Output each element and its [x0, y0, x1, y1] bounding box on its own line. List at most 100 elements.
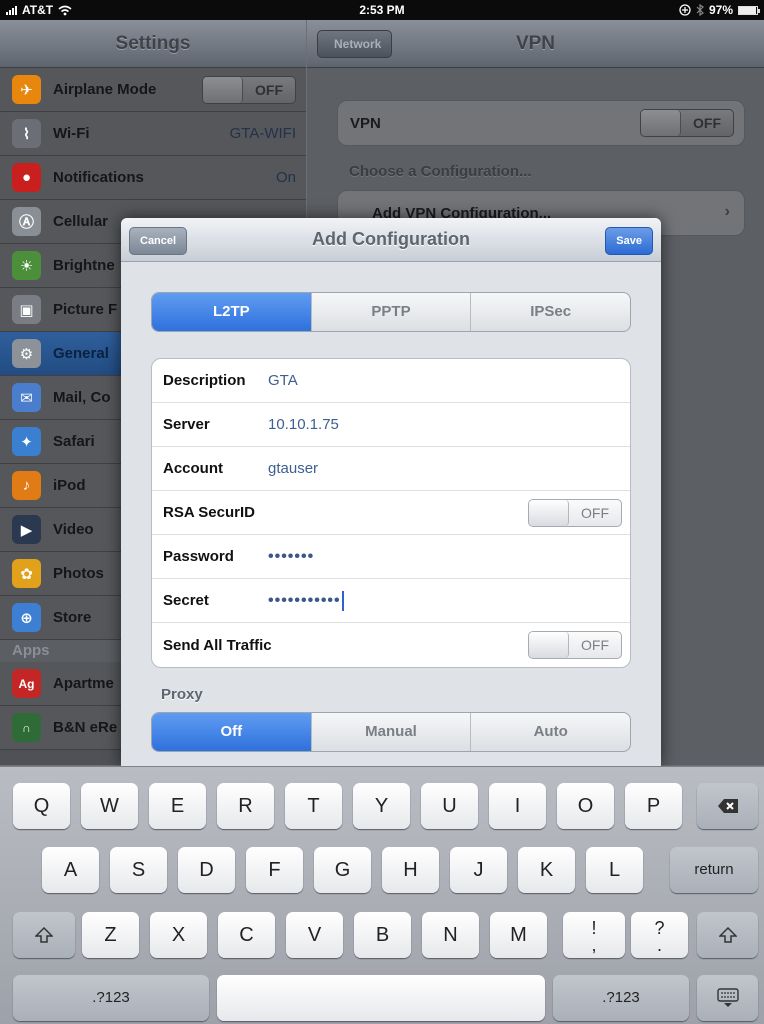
- key-x[interactable]: X: [150, 912, 207, 958]
- send-all-traffic-label: Send All Traffic: [163, 636, 272, 654]
- segment-proxy-off[interactable]: Off: [152, 713, 311, 751]
- airplane-toggle-knob: [203, 77, 243, 103]
- key-a[interactable]: A: [42, 847, 99, 893]
- key-o[interactable]: O: [557, 783, 614, 829]
- key-i[interactable]: I: [489, 783, 546, 829]
- segment-pptp[interactable]: PPTP: [310, 293, 471, 331]
- password-row[interactable]: Password •••••••: [152, 535, 630, 579]
- password-field[interactable]: •••••••: [268, 548, 314, 566]
- cellular-icon: Ⓐ: [12, 207, 41, 236]
- hide-keyboard-key[interactable]: [697, 975, 758, 1021]
- send-all-traffic-toggle[interactable]: OFF: [528, 631, 622, 659]
- segment-l2tp[interactable]: L2TP: [152, 293, 311, 331]
- vpn-toggle-card: VPN OFF: [337, 100, 745, 146]
- settings-item-label: iPod: [53, 477, 86, 494]
- comma-char: ,: [591, 935, 597, 955]
- battery-icon: [738, 5, 760, 15]
- key-j[interactable]: J: [450, 847, 507, 893]
- segment-ipsec[interactable]: IPSec: [470, 293, 630, 331]
- exclamation-comma-key[interactable]: ! ,: [563, 912, 625, 958]
- settings-item-wi-fi[interactable]: ⌇ Wi-Fi GTA-WIFI: [0, 112, 306, 156]
- return-key[interactable]: return: [670, 847, 758, 893]
- backspace-icon: [717, 799, 738, 813]
- settings-nav-bar: Settings: [0, 20, 306, 68]
- server-field[interactable]: 10.10.1.75: [268, 416, 339, 433]
- segment-proxy-manual[interactable]: Manual: [310, 713, 471, 751]
- key-f[interactable]: F: [246, 847, 303, 893]
- account-field[interactable]: gtauser: [268, 460, 318, 477]
- rsa-securid-row: RSA SecurID OFF: [152, 491, 630, 535]
- airplane-mode-toggle[interactable]: OFF: [202, 76, 296, 104]
- vpn-type-segmented-control: L2TP PPTP IPSec: [151, 292, 631, 332]
- secret-row[interactable]: Secret •••••••••••: [152, 579, 630, 623]
- rsa-securid-toggle[interactable]: OFF: [528, 499, 622, 527]
- space-bar[interactable]: [217, 975, 545, 1021]
- battery-percent: 97%: [708, 3, 733, 17]
- picture-frame-icon: ▣: [12, 295, 41, 324]
- backspace-key[interactable]: [697, 783, 758, 829]
- secret-field[interactable]: •••••••••••: [268, 590, 344, 611]
- settings-item-label: Mail, Co: [53, 389, 111, 406]
- key-p[interactable]: P: [625, 783, 682, 829]
- send-all-toggle-text: OFF: [581, 637, 609, 653]
- chevron-right-icon: ›: [724, 203, 730, 220]
- key-h[interactable]: H: [382, 847, 439, 893]
- shift-icon: [34, 926, 54, 943]
- key-y[interactable]: Y: [353, 783, 410, 829]
- key-c[interactable]: C: [218, 912, 275, 958]
- key-q[interactable]: Q: [13, 783, 70, 829]
- settings-item-notifications[interactable]: ● Notifications On: [0, 156, 306, 200]
- numbers-key-left[interactable]: .?123: [13, 975, 209, 1021]
- app-item-label: Apartme: [53, 675, 114, 692]
- rsa-toggle-text: OFF: [581, 505, 609, 521]
- settings-item-label: General: [53, 345, 109, 362]
- key-m[interactable]: M: [490, 912, 547, 958]
- description-field[interactable]: GTA: [268, 372, 298, 389]
- key-g[interactable]: G: [314, 847, 371, 893]
- account-label: Account: [163, 460, 223, 477]
- notifications-icon: ●: [12, 163, 41, 192]
- shift-key-right[interactable]: [697, 912, 758, 958]
- key-k[interactable]: K: [518, 847, 575, 893]
- settings-item-airplane-mode[interactable]: ✈ Airplane Mode OFF: [0, 68, 306, 112]
- gear-icon: ⚙: [12, 339, 41, 368]
- question-period-key[interactable]: ? .: [631, 912, 688, 958]
- key-z[interactable]: Z: [82, 912, 139, 958]
- vpn-toggle[interactable]: OFF: [640, 109, 734, 137]
- settings-item-label: Brightne: [53, 257, 115, 274]
- key-u[interactable]: U: [421, 783, 478, 829]
- server-row[interactable]: Server 10.10.1.75: [152, 403, 630, 447]
- secret-value: •••••••••••: [268, 591, 341, 609]
- settings-item-value: On: [275, 169, 296, 186]
- key-s[interactable]: S: [110, 847, 167, 893]
- proxy-segmented-control: Off Manual Auto: [151, 712, 631, 752]
- brightness-icon: ☀: [12, 251, 41, 280]
- key-b[interactable]: B: [354, 912, 411, 958]
- safari-icon: ✦: [12, 427, 41, 456]
- key-e[interactable]: E: [149, 783, 206, 829]
- vpn-label: VPN: [350, 114, 381, 132]
- key-n[interactable]: N: [422, 912, 479, 958]
- key-r[interactable]: R: [217, 783, 274, 829]
- add-configuration-sheet: Cancel Add Configuration Save L2TP PPTP …: [121, 218, 661, 766]
- settings-item-label: Store: [53, 609, 92, 626]
- bn-ereader-icon: ∩: [12, 713, 41, 742]
- account-row[interactable]: Account gtauser: [152, 447, 630, 491]
- key-l[interactable]: L: [586, 847, 643, 893]
- shift-key-left[interactable]: [13, 912, 75, 958]
- key-w[interactable]: W: [81, 783, 138, 829]
- key-v[interactable]: V: [286, 912, 343, 958]
- key-d[interactable]: D: [178, 847, 235, 893]
- key-t[interactable]: T: [285, 783, 342, 829]
- rsa-toggle-knob: [529, 500, 569, 526]
- bluetooth-icon: [696, 4, 704, 16]
- numbers-key-right[interactable]: .?123: [553, 975, 689, 1021]
- hide-keyboard-icon: [716, 988, 739, 1007]
- description-row[interactable]: Description GTA: [152, 359, 630, 403]
- send-all-toggle-knob: [529, 632, 569, 658]
- status-right: 97%: [679, 3, 760, 17]
- settings-item-value: GTA-WIFI: [229, 125, 296, 142]
- ipod-icon: ♪: [12, 471, 41, 500]
- save-button[interactable]: Save: [605, 227, 653, 255]
- segment-proxy-auto[interactable]: Auto: [470, 713, 630, 751]
